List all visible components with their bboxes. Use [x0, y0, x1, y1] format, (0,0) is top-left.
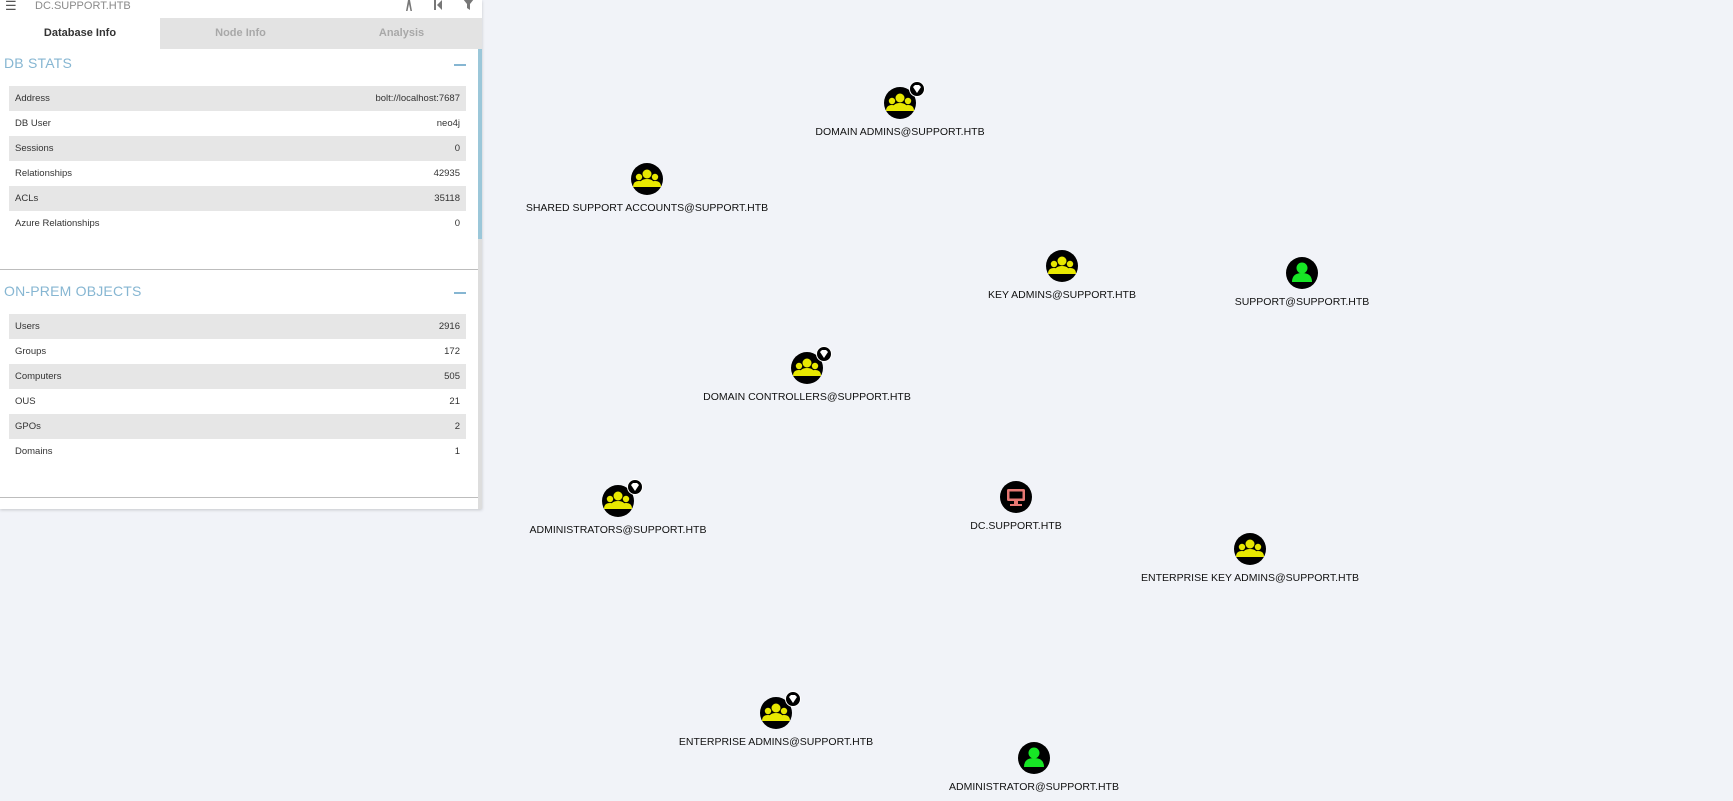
node-label: DOMAIN CONTROLLERS@SUPPORT.HTB — [703, 391, 911, 403]
search-bar: ☰ DC.SUPPORT.HTB — [0, 0, 482, 15]
tab-node-info[interactable]: Node Info — [160, 18, 321, 49]
user-icon — [1018, 742, 1050, 774]
table-row: Relationships 42935 — [9, 161, 466, 186]
stat-key: ACLs — [15, 193, 39, 204]
search-input[interactable]: DC.SUPPORT.HTB — [35, 0, 131, 12]
section-divider — [0, 269, 478, 270]
stat-key: OUS — [15, 396, 36, 407]
table-row: Sessions 0 — [9, 136, 466, 161]
table-row: OUS 21 — [9, 389, 466, 414]
stat-key: Address — [15, 93, 50, 104]
node-label: SHARED SUPPORT ACCOUNTS@SUPPORT.HTB — [525, 202, 769, 214]
node-label: DC.SUPPORT.HTB — [970, 520, 1062, 532]
panel-content: DB STATS Address bolt://localhost:7687 D… — [0, 49, 478, 509]
stat-value: 2916 — [438, 321, 460, 332]
stat-value: 1 — [454, 446, 460, 457]
high-value-diamond-icon — [909, 81, 925, 97]
table-row: Azure Relationships 0 — [9, 211, 466, 236]
node-label: ENTERPRISE KEY ADMINS@SUPPORT.HTB — [1141, 572, 1359, 584]
db-stats-collapse-icon[interactable] — [454, 64, 466, 66]
database-info-panel: ☰ DC.SUPPORT.HTB Database Info Node Info… — [0, 0, 482, 509]
table-row: GPOs 2 — [9, 414, 466, 439]
table-row: Users 2916 — [9, 314, 466, 339]
onprem-collapse-icon[interactable] — [454, 292, 466, 294]
stat-key: GPOs — [15, 421, 41, 432]
table-row: DB User neo4j — [9, 111, 466, 136]
filter-icon[interactable] — [463, 0, 474, 14]
stat-key: Groups — [15, 346, 47, 357]
stat-value: neo4j — [436, 118, 460, 129]
stat-value: 172 — [444, 346, 460, 357]
node-label: SUPPORT@SUPPORT.HTB — [1234, 296, 1370, 308]
group-icon — [631, 163, 663, 195]
section-divider — [0, 497, 478, 498]
stat-key: DB User — [15, 118, 51, 129]
table-row: Groups 172 — [9, 339, 466, 364]
node-label: DOMAIN ADMINS@SUPPORT.HTB — [815, 126, 985, 138]
stat-key: Users — [15, 321, 40, 332]
stat-key: Domains — [15, 446, 53, 457]
tab-analysis[interactable]: Analysis — [321, 18, 482, 49]
table-row: Domains 1 — [9, 439, 466, 464]
stat-value: 2 — [454, 421, 460, 432]
node-label: ENTERPRISE ADMINS@SUPPORT.HTB — [678, 736, 874, 748]
node-label: ADMINISTRATOR@SUPPORT.HTB — [949, 781, 1119, 793]
stat-value: 0 — [454, 143, 460, 154]
back-icon[interactable] — [433, 0, 443, 14]
stat-key: Computers — [15, 371, 62, 382]
table-row: Computers 505 — [9, 364, 466, 389]
menu-icon[interactable]: ☰ — [5, 0, 17, 14]
high-value-diamond-icon — [785, 691, 801, 707]
stat-key: Relationships — [15, 168, 73, 179]
stat-value: 505 — [444, 371, 460, 382]
group-icon — [1046, 250, 1078, 282]
db-stats-title[interactable]: DB STATS — [4, 55, 72, 71]
stat-key: Azure Relationships — [15, 218, 100, 229]
high-value-diamond-icon — [627, 479, 643, 495]
stat-key: Sessions — [15, 143, 54, 154]
user-icon — [1286, 257, 1318, 289]
tab-database-info[interactable]: Database Info — [0, 18, 160, 49]
computer-icon — [1000, 481, 1032, 513]
group-icon — [1234, 533, 1266, 565]
high-value-diamond-icon — [816, 346, 832, 362]
onprem-objects-title[interactable]: ON-PREM OBJECTS — [4, 283, 142, 299]
stat-value: bolt://localhost:7687 — [375, 93, 460, 104]
stat-value: 21 — [449, 396, 460, 407]
panel-tabs: Database Info Node Info Analysis — [0, 18, 482, 49]
stat-value: 0 — [454, 218, 460, 229]
pathfinding-icon[interactable] — [403, 0, 415, 15]
table-row: Address bolt://localhost:7687 — [9, 86, 466, 111]
stat-value: 42935 — [433, 168, 460, 179]
